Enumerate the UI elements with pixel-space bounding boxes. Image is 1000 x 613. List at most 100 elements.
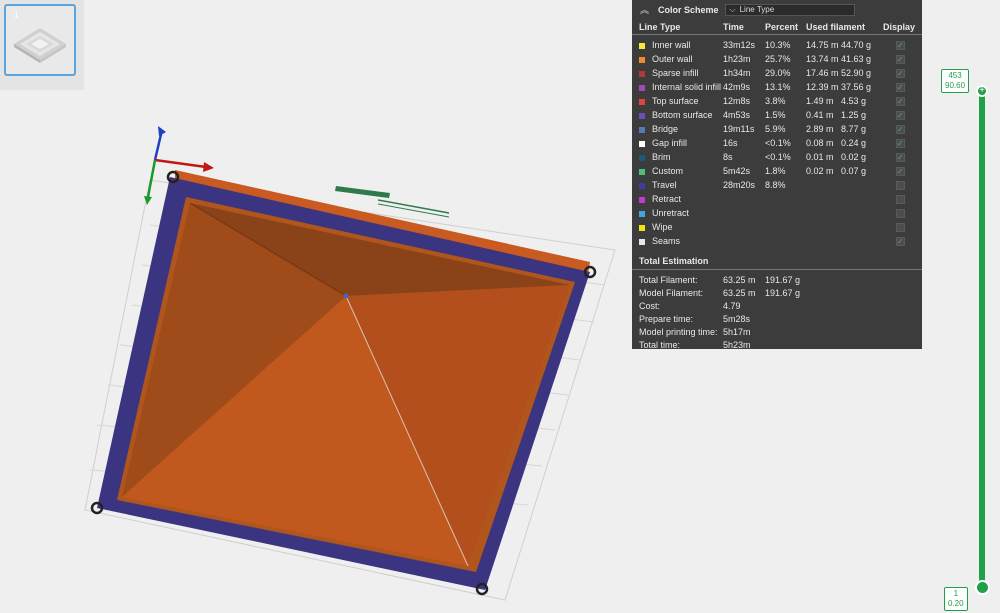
color-swatch [639, 154, 645, 161]
line-type-label: Internal solid infill [652, 82, 722, 92]
color-swatch [639, 182, 645, 189]
line-type-label: Outer wall [652, 54, 693, 64]
color-swatch [639, 126, 645, 133]
total-value-2: 191.67 g [765, 274, 801, 285]
total-value: 63.25 m [723, 287, 756, 298]
line-type-name: Sparse infill [632, 68, 723, 78]
total-value: 4.79 [723, 300, 741, 311]
color-swatch [639, 168, 645, 175]
line-type-length: 13.74 m [806, 54, 839, 64]
total-row: Model printing time: 5h17m [632, 325, 922, 338]
display-checkbox[interactable]: ✓ [896, 82, 905, 92]
color-scheme-dropdown[interactable]: ⌵ Line Type [724, 3, 855, 16]
layer-slider-track[interactable] [979, 88, 985, 588]
line-type-length: 0.02 m [806, 166, 834, 176]
line-type-label: Travel [652, 180, 677, 190]
collapse-icon[interactable]: ︽ [640, 3, 652, 16]
line-type-row: Retract [632, 192, 922, 206]
display-checkbox[interactable]: ✓ [896, 236, 905, 246]
line-type-row: Seams ✓ [632, 234, 922, 248]
line-type-length: 17.46 m [806, 68, 839, 78]
line-type-percent: 29.0% [765, 68, 791, 78]
total-label: Model Filament: [639, 287, 704, 298]
column-header: Line Type [639, 21, 681, 32]
line-type-row: Gap infill 16s <0.1% 0.08 m 0.24 g ✓ [632, 136, 922, 150]
line-type-percent: 3.8% [765, 96, 786, 106]
total-row: Prepare time: 5m28s [632, 312, 922, 325]
line-type-percent: <0.1% [765, 152, 791, 162]
top-layer-height: 90.60 [945, 81, 966, 90]
total-label: Prepare time: [639, 313, 694, 324]
line-type-percent: <0.1% [765, 138, 791, 148]
line-type-label: Retract [652, 194, 682, 204]
bottom-layer-handle[interactable] [975, 580, 990, 595]
line-type-label: Custom [652, 166, 684, 176]
display-checkbox[interactable] [896, 208, 905, 218]
line-type-name: Travel [632, 180, 723, 190]
display-checkbox[interactable] [896, 194, 905, 204]
line-type-percent: 5.9% [765, 124, 786, 134]
line-type-row: Unretract [632, 206, 922, 220]
line-type-length: 0.01 m [806, 152, 834, 162]
line-type-length: 2.89 m [806, 124, 834, 134]
line-type-weight: 0.07 g [841, 166, 867, 176]
display-checkbox[interactable]: ✓ [896, 166, 905, 176]
line-type-row: Travel 28m20s 8.8% [632, 178, 922, 192]
line-type-name: Inner wall [632, 40, 723, 50]
line-type-label: Brim [652, 152, 671, 162]
plate-thumbnail[interactable]: 1 [4, 4, 76, 76]
top-layer-number: 453 [948, 71, 962, 80]
line-type-row: Wipe [632, 220, 922, 234]
line-type-time: 33m12s [723, 40, 756, 50]
line-type-percent: 1.8% [765, 166, 786, 176]
bottom-layer-height: 0.20 [948, 599, 964, 608]
display-checkbox[interactable]: ✓ [896, 96, 905, 106]
top-layer-handle[interactable]: + [976, 85, 988, 97]
column-header: Used filament [806, 21, 866, 32]
column-header: Display [883, 21, 916, 32]
display-checkbox[interactable]: ✓ [896, 110, 905, 120]
color-swatch [639, 140, 645, 147]
color-swatch [639, 224, 645, 231]
line-type-row: Outer wall 1h23m 25.7% 13.74 m 41.63 g ✓ [632, 52, 922, 66]
line-type-row: Custom 5m42s 1.8% 0.02 m 0.07 g ✓ [632, 164, 922, 178]
total-row: Cost: 4.79 [632, 299, 922, 312]
total-estimation-title: Total Estimation [632, 253, 922, 270]
display-checkbox[interactable]: ✓ [896, 152, 905, 162]
line-type-time: 12m8s [723, 96, 751, 106]
color-swatch [639, 70, 645, 77]
display-checkbox[interactable]: ✓ [896, 40, 905, 50]
display-checkbox[interactable]: ✓ [896, 68, 905, 78]
line-type-percent: 1.5% [765, 110, 786, 120]
chevron-down-icon: ⌵ [729, 4, 736, 14]
display-checkbox[interactable] [896, 222, 905, 232]
line-type-name: Bridge [632, 124, 723, 134]
display-checkbox[interactable]: ✓ [896, 138, 905, 148]
display-checkbox[interactable] [896, 180, 905, 190]
total-estimation-list: Total Filament: 63.25 m 191.67 g Model Fila… [632, 273, 922, 351]
line-type-name: Unretract [632, 208, 723, 218]
line-type-time: 5m42s [723, 166, 751, 176]
line-type-name: Custom [632, 166, 723, 176]
line-type-time: 8s [723, 152, 733, 162]
line-type-name: Brim [632, 152, 723, 162]
line-type-time: 42m9s [723, 82, 751, 92]
total-row: Total Filament: 63.25 m 191.67 g [632, 273, 922, 286]
line-type-weight: 41.63 g [841, 54, 872, 64]
line-type-name: Outer wall [632, 54, 723, 64]
stepped-pyramid-icon [14, 28, 66, 63]
display-checkbox[interactable]: ✓ [896, 54, 905, 64]
line-type-weight: 52.90 g [841, 68, 872, 78]
line-type-label: Bridge [652, 124, 679, 134]
line-type-length: 0.41 m [806, 110, 834, 120]
line-type-row: Top surface 12m8s 3.8% 1.49 m 4.53 g ✓ [632, 94, 922, 108]
line-type-percent: 13.1% [765, 82, 791, 92]
display-checkbox[interactable]: ✓ [896, 124, 905, 134]
line-type-row: Internal solid infill 42m9s 13.1% 12.39 m 37… [632, 80, 922, 94]
panel-header: ︽ Color Scheme ⌵ Line Type [632, 0, 922, 19]
line-type-percent: 8.8% [765, 180, 786, 190]
line-type-length: 1.49 m [806, 96, 834, 106]
color-swatch [639, 112, 645, 119]
total-row: Total time: 5h23m [632, 338, 922, 351]
top-layer-label: 453 90.60 [941, 69, 970, 93]
